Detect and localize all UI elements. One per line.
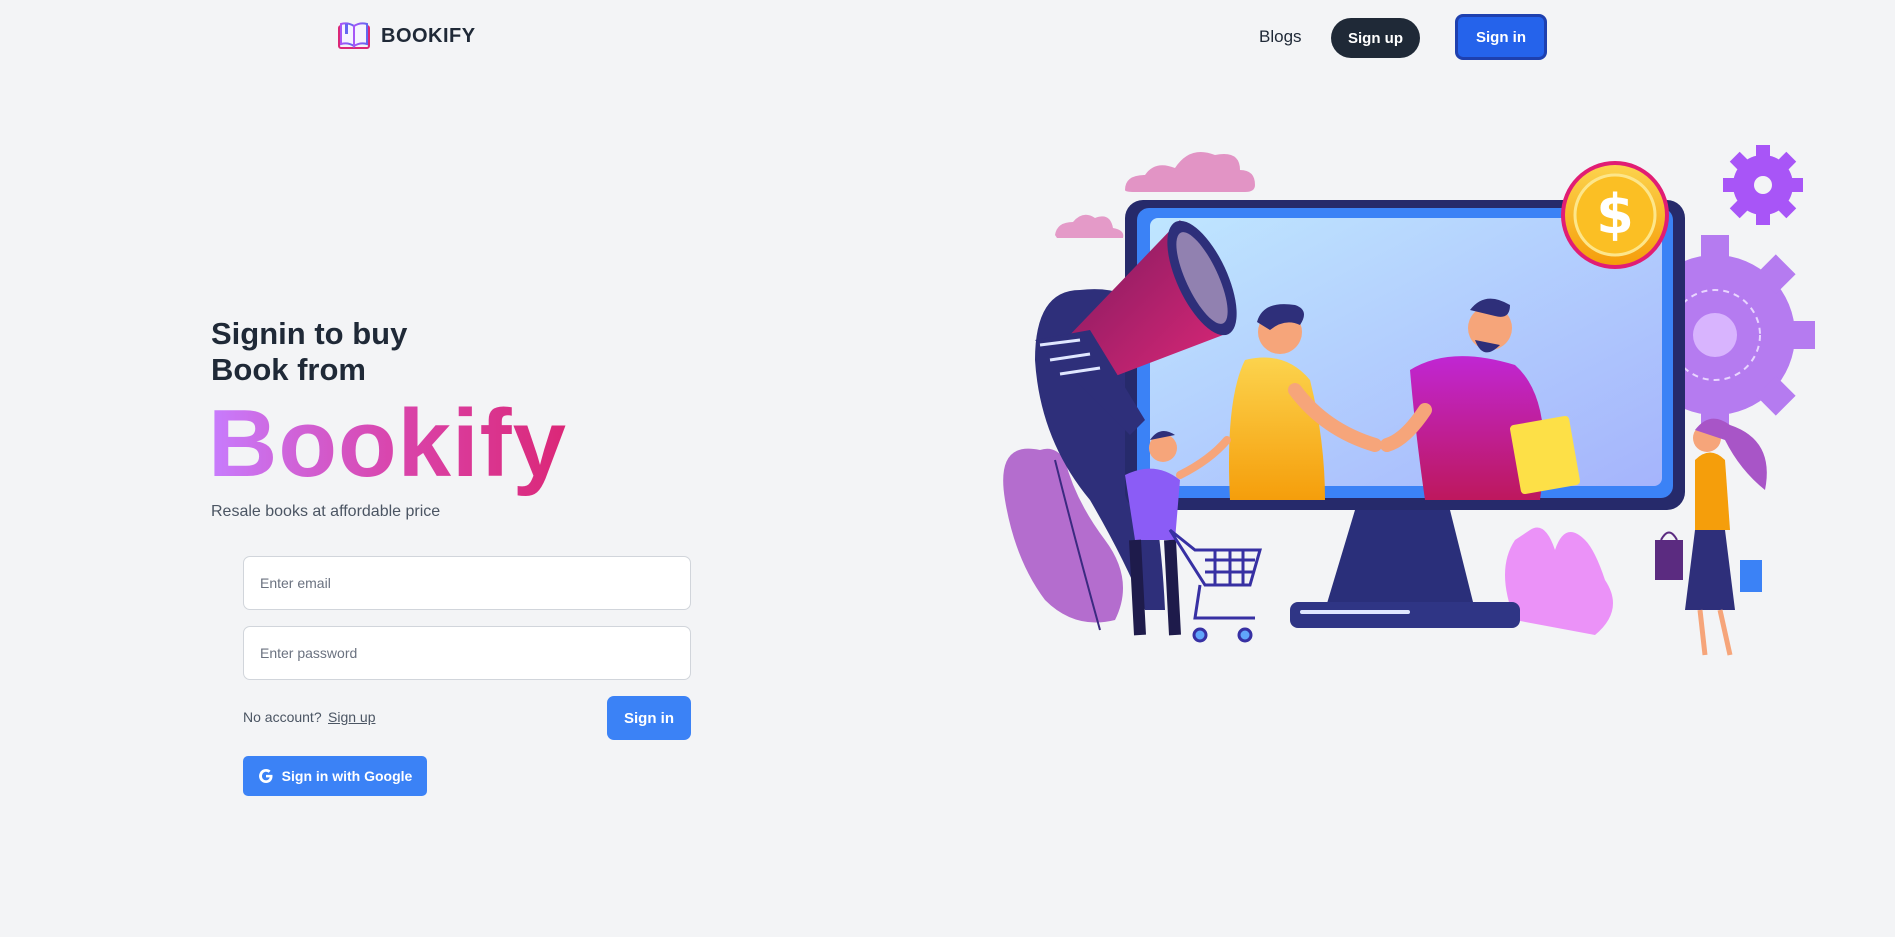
- brand-name: BOOKIFY: [381, 24, 476, 47]
- cloud-icon: [1055, 214, 1124, 238]
- gear-icon: [1723, 145, 1803, 225]
- cloud-icon: [1125, 151, 1255, 192]
- hero-subtitle: Resale books at affordable price: [211, 503, 441, 520]
- svg-text:$: $: [1596, 183, 1634, 246]
- google-signin-button[interactable]: Sign in with Google: [243, 756, 427, 796]
- email-input[interactable]: [243, 556, 691, 610]
- shopping-cart-icon: [1168, 528, 1262, 643]
- no-account-text: No account?: [243, 709, 322, 725]
- book-icon: [338, 22, 370, 49]
- hero-heading-line2: Book from: [211, 352, 366, 387]
- top-navbar: BOOKIFY Blogs Sign up Sign in: [0, 0, 1895, 76]
- shopping-bag-icon: [1655, 531, 1683, 580]
- nav-blogs-link[interactable]: Blogs: [1259, 27, 1302, 47]
- nav-signup-button[interactable]: Sign up: [1331, 18, 1420, 58]
- nav-signin-button[interactable]: Sign in: [1455, 14, 1547, 60]
- hero-heading: Signin to buy Book from: [211, 316, 407, 388]
- hero-illustration: $: [1003, 145, 1815, 656]
- brand[interactable]: BOOKIFY: [337, 20, 476, 52]
- signup-link[interactable]: Sign up: [328, 709, 375, 725]
- signin-submit-button[interactable]: Sign in: [607, 696, 691, 740]
- hero-heading-line1: Signin to buy: [211, 316, 408, 351]
- hero-brand-title: Bookify: [208, 390, 568, 497]
- shopping-bag-icon: [1740, 560, 1762, 592]
- dollar-coin-icon: $: [1561, 161, 1669, 269]
- google-icon: [258, 769, 273, 783]
- google-signin-label: Sign in with Google: [281, 768, 413, 784]
- password-input[interactable]: [243, 626, 691, 680]
